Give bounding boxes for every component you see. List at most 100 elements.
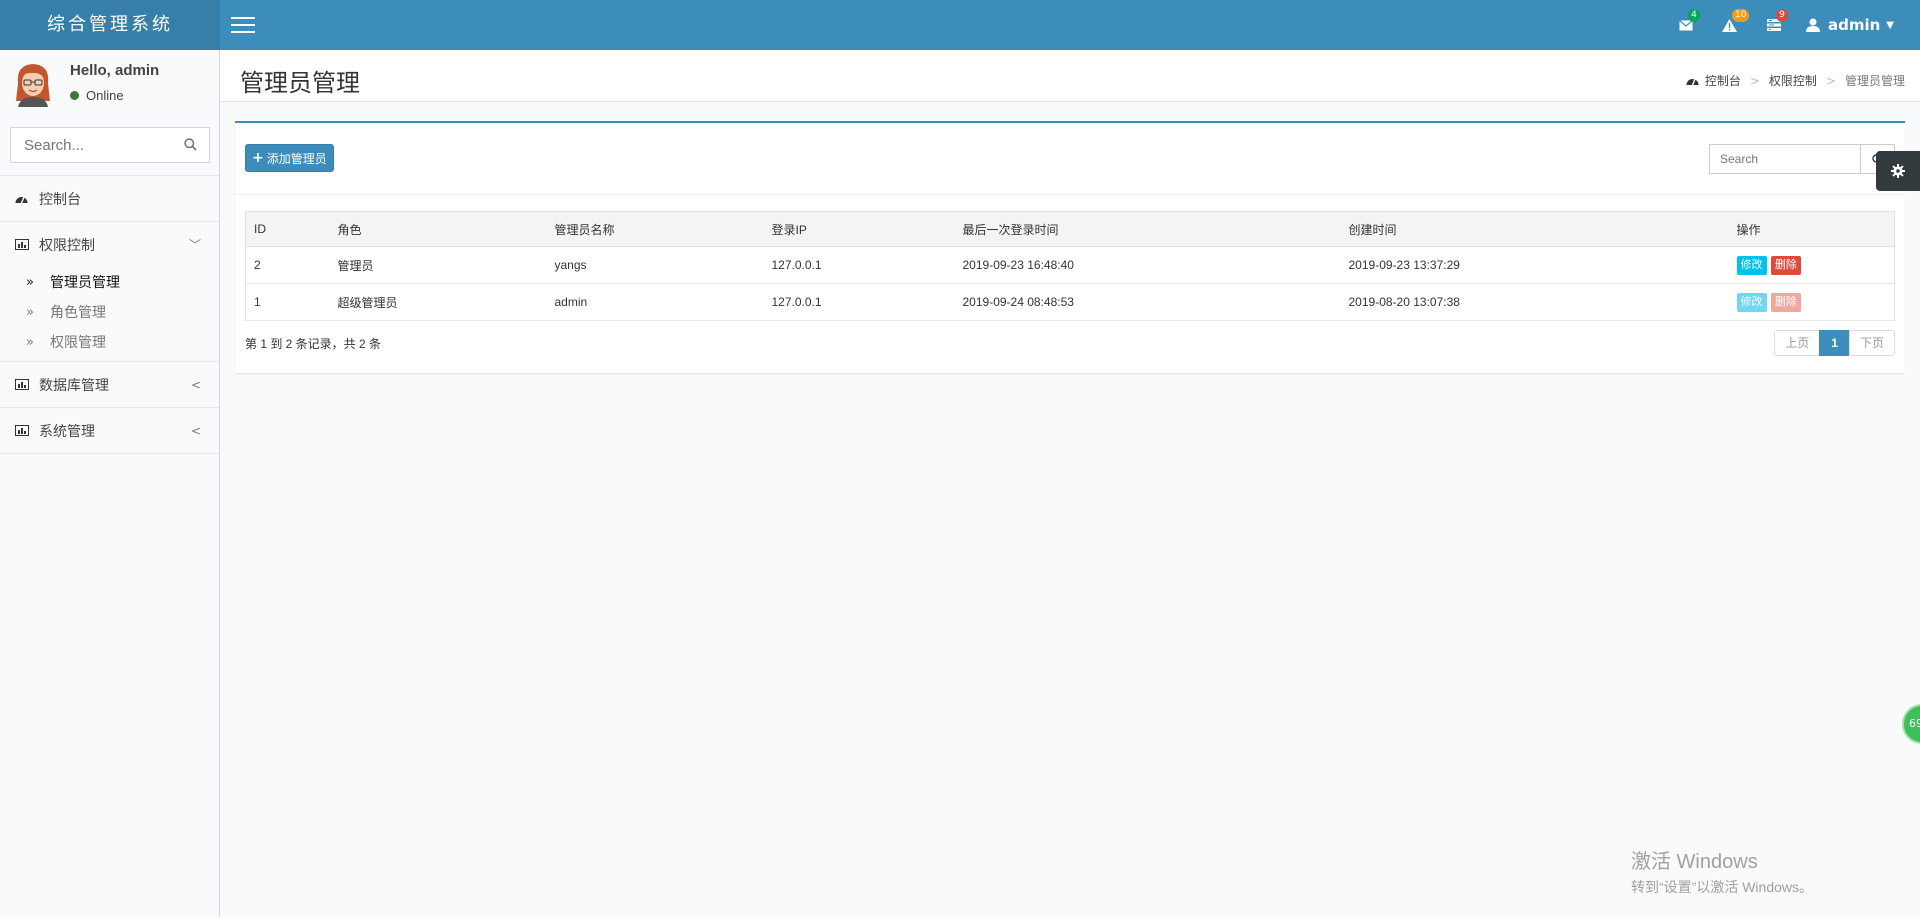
sidebar-item-label: 控制台 — [39, 191, 81, 208]
edit-button[interactable]: 修改 — [1736, 255, 1767, 275]
col-ip[interactable]: 登录IP — [763, 211, 955, 247]
pager-next[interactable]: 下页 — [1848, 330, 1895, 356]
sidebar-subitem-permission[interactable]: » 权限管理 — [0, 327, 219, 357]
cell-last-login: 2019-09-24 08:48:53 — [954, 283, 1341, 321]
breadcrumb-item-dashboard[interactable]: 控制台 — [1705, 72, 1741, 89]
sidebar-item-permission[interactable]: 权限控制 ﹀ — [0, 221, 219, 267]
table-row: 1 超级管理员 admin 127.0.0.1 2019-09-24 08:48… — [245, 283, 1895, 321]
user-panel: Hello, admin Online — [0, 50, 220, 118]
watermark-line1: 激活 Windows — [1631, 851, 1758, 873]
sidebar-item-label: 数据库管理 — [39, 377, 109, 394]
sidebar-item-label: 系统管理 — [39, 423, 95, 440]
gear-icon — [1891, 164, 1905, 178]
sidebar-search-input[interactable] — [11, 128, 171, 162]
app-logo[interactable]: 综合管理系统 — [0, 0, 220, 50]
menu-divider — [0, 453, 219, 454]
cell-id: 2 — [245, 246, 330, 284]
table-row: 2 管理员 yangs 127.0.0.1 2019-09-23 16:48:4… — [245, 246, 1895, 284]
col-id[interactable]: ID — [245, 211, 330, 247]
avatar — [16, 64, 50, 107]
sidebar-subitem-label: 角色管理 — [50, 305, 106, 321]
bar-chart-icon — [15, 425, 29, 436]
breadcrumb-item-current: 管理员管理 — [1844, 74, 1905, 88]
breadcrumb-item-permission[interactable]: 权限控制 — [1769, 72, 1817, 89]
sidebar-item-system[interactable]: 系统管理 < — [0, 407, 219, 453]
search-icon[interactable] — [184, 138, 197, 151]
col-role[interactable]: 角色 — [329, 211, 547, 247]
sidebar-item-label: 权限控制 — [39, 237, 95, 254]
admin-list-box: + 添加管理员 ID 角色 管理员名称 登录IP 最后一次登录时间 创建时间 操… — [235, 121, 1905, 373]
record-info: 第 1 到 2 条记录，共 2 条 — [245, 337, 382, 351]
delete-button[interactable]: 删除 — [1770, 255, 1801, 275]
breadcrumb-separator: > — [1825, 73, 1836, 88]
table-search — [1709, 144, 1895, 174]
sidebar-subitem-admin[interactable]: » 管理员管理 — [0, 267, 219, 297]
edit-button-disabled: 修改 — [1736, 292, 1767, 312]
submenu-permission: » 管理员管理 » 角色管理 » 权限管理 — [0, 267, 219, 357]
sidebar-item-database[interactable]: 数据库管理 < — [0, 361, 219, 407]
watermark-line2: 转到“设置”以激活 Windows。 — [1631, 879, 1814, 895]
sidebar-menu: 控制台 权限控制 ﹀ » 管理员管理 » 角色管理 » 权限管理 数据库管理 < — [0, 175, 219, 454]
user-menu[interactable]: admin ▼ — [1796, 0, 1920, 50]
double-chevron-icon: » — [26, 304, 34, 320]
notifications-menu[interactable]: 10 — [1708, 0, 1752, 50]
dashboard-icon — [15, 193, 29, 204]
delete-button-disabled: 删除 — [1770, 292, 1801, 312]
cell-role: 管理员 — [329, 246, 547, 284]
double-chevron-icon: » — [26, 274, 34, 290]
online-dot-icon — [70, 91, 79, 100]
col-name[interactable]: 管理员名称 — [546, 211, 764, 247]
sidebar-toggle-icon[interactable] — [231, 17, 255, 33]
cell-name: yangs — [546, 246, 764, 284]
notifications-badge: 10 — [1731, 9, 1750, 22]
cell-actions: 修改 删除 — [1728, 283, 1895, 321]
cell-last-login: 2019-09-23 16:48:40 — [954, 246, 1341, 284]
plus-icon: + — [252, 150, 264, 166]
user-name: admin — [1827, 16, 1881, 34]
chevron-down-icon: ﹀ — [188, 238, 201, 252]
box-toolbar: + 添加管理员 — [235, 123, 1905, 195]
user-greeting: Hello, admin — [70, 62, 160, 79]
sidebar-subitem-label: 管理员管理 — [50, 275, 120, 291]
cell-role: 超级管理员 — [329, 283, 547, 321]
messages-menu[interactable]: 4 — [1664, 0, 1708, 50]
page-title: 管理员管理 — [240, 69, 360, 97]
add-admin-button[interactable]: + 添加管理员 — [245, 144, 334, 172]
bar-chart-icon — [15, 239, 29, 250]
navbar-right: 4 10 9 admin ▼ — [1664, 0, 1920, 50]
settings-toggle[interactable] — [1876, 151, 1920, 191]
table-search-input[interactable] — [1710, 145, 1860, 173]
cell-created: 2019-09-23 13:37:29 — [1340, 246, 1729, 284]
sidebar: Hello, admin Online 控制台 权限控制 ﹀ » 管理员管理 »… — [0, 50, 220, 917]
cell-name: admin — [546, 283, 764, 321]
user-icon — [1805, 18, 1820, 32]
sidebar-subitem-role[interactable]: » 角色管理 — [0, 297, 219, 327]
pagination: 上页 1 下页 — [1774, 330, 1895, 356]
cell-ip: 127.0.0.1 — [763, 283, 955, 321]
breadcrumb-separator: > — [1749, 73, 1760, 88]
breadcrumb: 控制台 > 权限控制 > 管理员管理 — [1686, 72, 1905, 89]
sidebar-item-dashboard[interactable]: 控制台 — [0, 175, 219, 221]
cell-id: 1 — [245, 283, 330, 321]
pager-page-current[interactable]: 1 — [1819, 330, 1850, 356]
messages-badge: 4 — [1687, 9, 1700, 22]
top-header: 综合管理系统 4 10 9 admin ▼ — [0, 0, 1920, 50]
caret-down-icon: ▼ — [1886, 19, 1894, 31]
col-last-login[interactable]: 最后一次登录时间 — [954, 211, 1341, 247]
tasks-menu[interactable]: 9 — [1752, 0, 1796, 50]
cell-actions: 修改 删除 — [1728, 246, 1895, 284]
online-status: Online — [70, 88, 124, 103]
admin-table: ID 角色 管理员名称 登录IP 最后一次登录时间 创建时间 操作 2 管理员 … — [245, 211, 1895, 321]
windows-activation-watermark: 激活 Windows 转到“设置”以激活 Windows。 — [1631, 845, 1813, 897]
sidebar-search — [10, 127, 210, 163]
chevron-left-icon: < — [190, 423, 201, 438]
chevron-left-icon: < — [190, 377, 201, 392]
pager-prev[interactable]: 上页 — [1774, 330, 1821, 356]
cell-ip: 127.0.0.1 — [763, 246, 955, 284]
online-status-label: Online — [86, 88, 124, 103]
double-chevron-icon: » — [26, 334, 34, 350]
sidebar-subitem-label: 权限管理 — [50, 335, 106, 351]
bar-chart-icon — [15, 379, 29, 390]
col-actions: 操作 — [1728, 211, 1895, 247]
col-created[interactable]: 创建时间 — [1340, 211, 1729, 247]
